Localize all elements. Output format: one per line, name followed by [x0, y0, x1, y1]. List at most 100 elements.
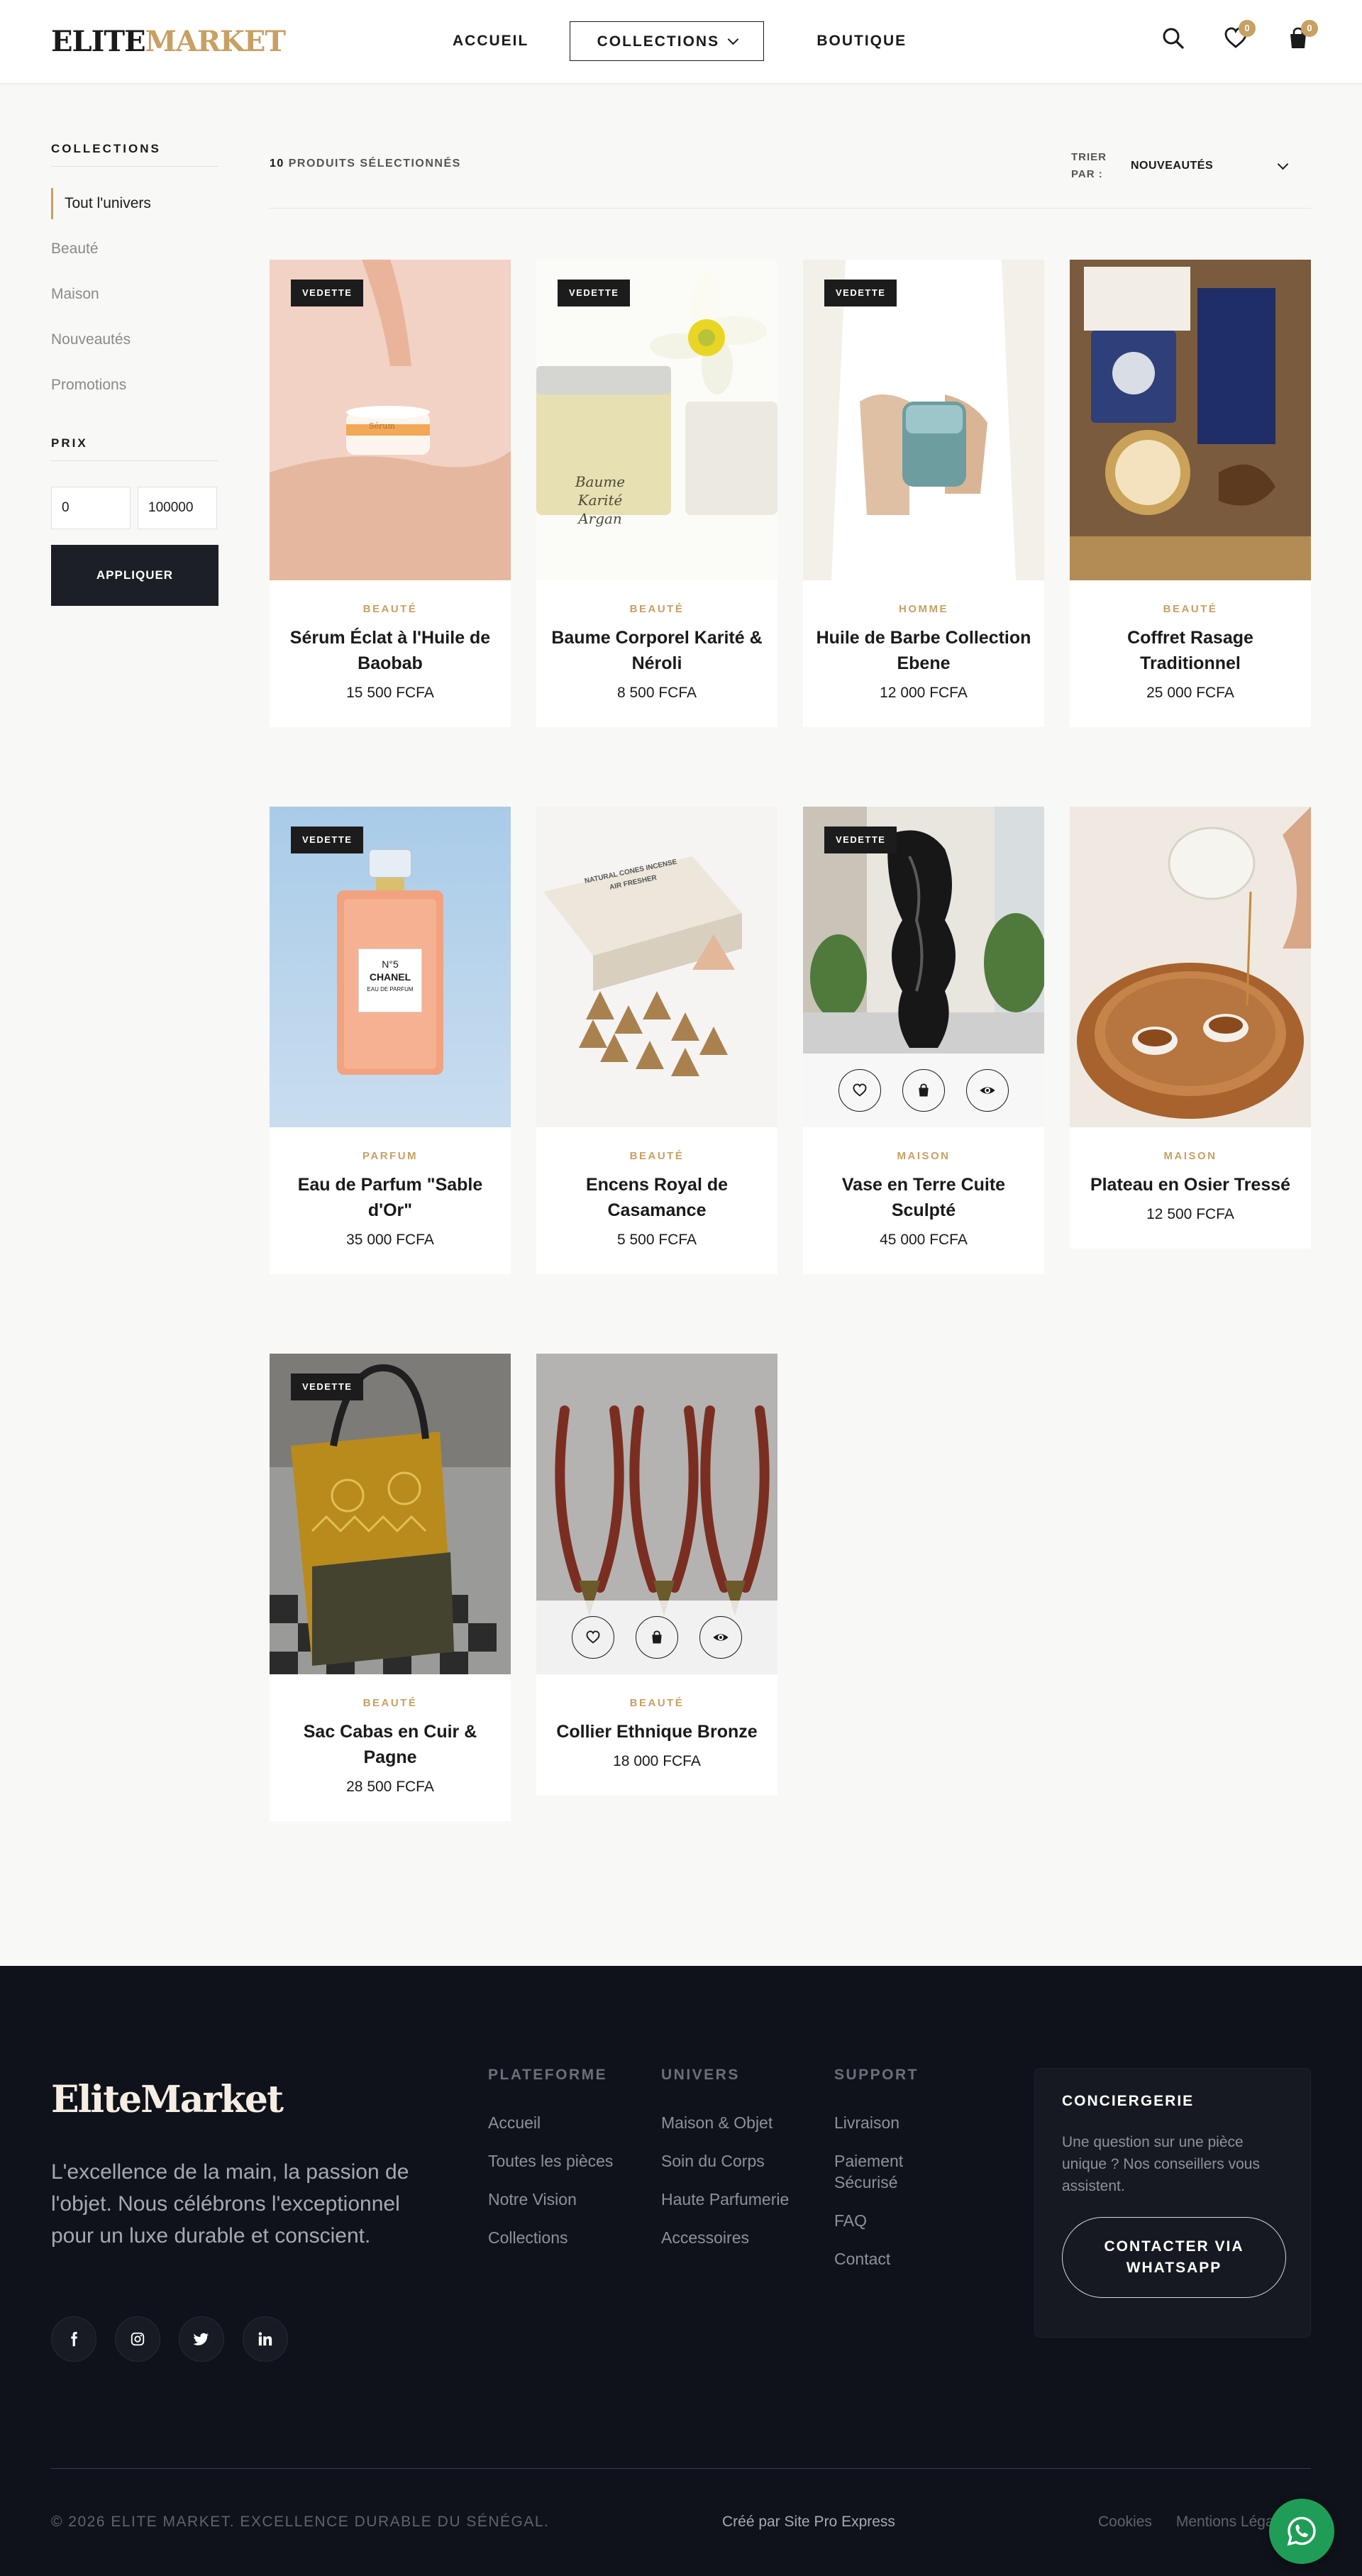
product-card[interactable]: VEDETTE HOMME Huile de Barbe Collection …: [803, 260, 1044, 727]
price-max-input[interactable]: [138, 487, 217, 529]
chevron-down-icon: [1277, 158, 1289, 170]
add-to-cart-button[interactable]: [636, 1616, 678, 1659]
product-image[interactable]: [536, 1354, 777, 1674]
product-grid: Sérum VEDETTE BEAUTÉ Sérum Éclat à l'Hui…: [270, 260, 1311, 1821]
add-to-wishlist-button[interactable]: [572, 1616, 614, 1659]
search-icon[interactable]: [1161, 26, 1186, 51]
chevron-down-icon: [727, 33, 739, 45]
product-name[interactable]: Coffret Rasage Traditionnel: [1077, 625, 1304, 676]
quick-actions: [803, 1054, 1044, 1127]
twitter-icon[interactable]: [179, 2316, 224, 2362]
nav-collections[interactable]: COLLECTIONS: [570, 21, 765, 61]
footer-tagline: L'excellence de la main, la passion de l…: [51, 2160, 409, 2248]
product-info: BEAUTÉ Sérum Éclat à l'Huile de Baobab 1…: [270, 580, 511, 727]
product-card[interactable]: Sérum VEDETTE BEAUTÉ Sérum Éclat à l'Hui…: [270, 260, 511, 727]
product-image[interactable]: Sérum VEDETTE: [270, 260, 511, 580]
product-name[interactable]: Sérum Éclat à l'Huile de Baobab: [277, 625, 504, 676]
product-name[interactable]: Sac Cabas en Cuir & Pagne: [277, 1719, 504, 1770]
facebook-icon[interactable]: [51, 2316, 96, 2362]
sidebar-item-beauty[interactable]: Beauté: [51, 233, 218, 265]
product-image-label: Baume Karité Argan: [558, 472, 643, 528]
product-image[interactable]: NATURAL CONES INCENSE AIR FRESHER: [536, 807, 777, 1127]
quick-view-button[interactable]: [966, 1069, 1009, 1112]
collections-list: Tout l'univers Beauté Maison Nouveautés …: [51, 188, 218, 401]
quick-view-button[interactable]: [699, 1616, 742, 1659]
brand-logo[interactable]: ELITEMARKET: [51, 24, 286, 60]
linkedin-icon[interactable]: [243, 2316, 288, 2362]
product-category: PARFUM: [362, 1150, 419, 1162]
sort-select[interactable]: NOUVEAUTÉS: [1121, 150, 1291, 182]
product-card[interactable]: NATURAL CONES INCENSE AIR FRESHER BEAUTÉ…: [536, 807, 777, 1274]
product-card[interactable]: MAISON Plateau en Osier Tressé 12 500 FC…: [1070, 807, 1311, 1249]
apply-filter-button[interactable]: APPLIQUER: [51, 545, 218, 606]
wishlist-button[interactable]: 0: [1223, 20, 1256, 51]
product-category: BEAUTÉ: [1163, 603, 1218, 615]
product-card[interactable]: BEAUTÉ Coffret Rasage Traditionnel 25 00…: [1070, 260, 1311, 727]
price-min-input[interactable]: [51, 487, 131, 529]
footer-link[interactable]: Paiement Sécurisé: [834, 2150, 948, 2193]
whatsapp-floating-button[interactable]: [1269, 2499, 1334, 2564]
footer-logo-part1: Elite: [51, 2078, 142, 2121]
cart-button[interactable]: 0: [1285, 20, 1318, 51]
product-image[interactable]: N°5 CHANEL EAU DE PARFUM VEDETTE: [270, 807, 511, 1127]
product-name[interactable]: Baume Corporel Karité & Néroli: [543, 625, 770, 676]
sort-value: NOUVEAUTÉS: [1131, 160, 1214, 172]
product-card[interactable]: VEDETTE BEAUTÉ Sac Cabas en Cuir & Pagne…: [270, 1354, 511, 1821]
sidebar-item-all[interactable]: Tout l'univers: [51, 188, 218, 219]
nav-shop[interactable]: BOUTIQUE: [804, 21, 919, 61]
product-category: BEAUTÉ: [362, 603, 418, 615]
instagram-icon[interactable]: [115, 2316, 160, 2362]
cookies-link[interactable]: Cookies: [1098, 2514, 1152, 2531]
add-to-cart-button[interactable]: [902, 1069, 945, 1112]
sidebar-item-home[interactable]: Maison: [51, 279, 218, 310]
footer-link[interactable]: Accessoires: [661, 2227, 789, 2248]
product-image[interactable]: Baume Karité Argan VEDETTE: [536, 260, 777, 580]
product-name[interactable]: Plateau en Osier Tressé: [1077, 1172, 1304, 1198]
sidebar-item-promotions[interactable]: Promotions: [51, 370, 218, 401]
product-image-label-line2: Karité Argan: [577, 492, 623, 527]
product-image[interactable]: VEDETTE: [270, 1354, 511, 1674]
footer-link[interactable]: Soin du Corps: [661, 2150, 789, 2172]
product-card[interactable]: BEAUTÉ Collier Ethnique Bronze 18 000 FC…: [536, 1354, 777, 1796]
product-image[interactable]: [1070, 260, 1311, 580]
footer-link[interactable]: Notre Vision: [488, 2189, 613, 2210]
footer-link[interactable]: Accueil: [488, 2112, 613, 2133]
footer-link[interactable]: Livraison: [834, 2112, 948, 2133]
product-info: MAISON Vase en Terre Cuite Sculpté 45 00…: [803, 1127, 1044, 1274]
footer-link[interactable]: Toutes les pièces: [488, 2150, 613, 2172]
product-card[interactable]: N°5 CHANEL EAU DE PARFUM VEDETTE PARFUM …: [270, 807, 511, 1274]
footer-link[interactable]: Contact: [834, 2248, 948, 2270]
product-name[interactable]: Huile de Barbe Collection Ebene: [810, 625, 1037, 676]
product-price: 8 500 FCFA: [616, 685, 697, 701]
add-to-wishlist-button[interactable]: [838, 1069, 881, 1112]
concierge-box: CONCIERGERIE Une question sur une pièce …: [1034, 2068, 1311, 2338]
featured-badge: VEDETTE: [291, 280, 364, 306]
made-by-link[interactable]: Créé par Site Pro Express: [722, 2514, 895, 2531]
social-links: [51, 2316, 288, 2362]
product-price: 35 000 FCFA: [346, 1232, 434, 1248]
footer-link[interactable]: Collections: [488, 2227, 613, 2248]
product-name[interactable]: Collier Ethnique Bronze: [543, 1719, 770, 1745]
product-name[interactable]: Eau de Parfum "Sable d'Or": [277, 1172, 504, 1223]
price-range: [51, 487, 218, 529]
product-image[interactable]: [1070, 807, 1311, 1127]
footer-link[interactable]: FAQ: [834, 2210, 948, 2231]
product-card[interactable]: VEDETTE MAISON Vase en Terre Cuite Sculp…: [803, 807, 1044, 1274]
quick-actions: [536, 1601, 777, 1674]
results-count-number: 10: [270, 157, 284, 170]
product-card[interactable]: Baume Karité Argan VEDETTE BEAUTÉ Baume C…: [536, 260, 777, 727]
nav-home[interactable]: ACCUEIL: [440, 21, 541, 61]
contact-whatsapp-button[interactable]: CONTACTER VIA WHATSAPP: [1062, 2217, 1286, 2298]
product-name[interactable]: Encens Royal de Casamance: [543, 1172, 770, 1223]
sidebar-item-new[interactable]: Nouveautés: [51, 324, 218, 355]
perfume-label-line1: N°5: [382, 958, 399, 970]
footer-logo[interactable]: EliteMarket: [51, 2078, 284, 2122]
footer-link[interactable]: Maison & Objet: [661, 2112, 789, 2133]
product-image[interactable]: VEDETTE: [803, 807, 1044, 1127]
product-image[interactable]: VEDETTE: [803, 260, 1044, 580]
footer-link[interactable]: Haute Parfumerie: [661, 2189, 789, 2210]
collections-heading: COLLECTIONS: [51, 142, 218, 167]
product-name[interactable]: Vase en Terre Cuite Sculpté: [810, 1172, 1037, 1223]
footer-column-support: SUPPORT Livraison Paiement Sécurisé FAQ …: [834, 2067, 948, 2287]
filter-sidebar: COLLECTIONS Tout l'univers Beauté Maison…: [51, 142, 218, 606]
